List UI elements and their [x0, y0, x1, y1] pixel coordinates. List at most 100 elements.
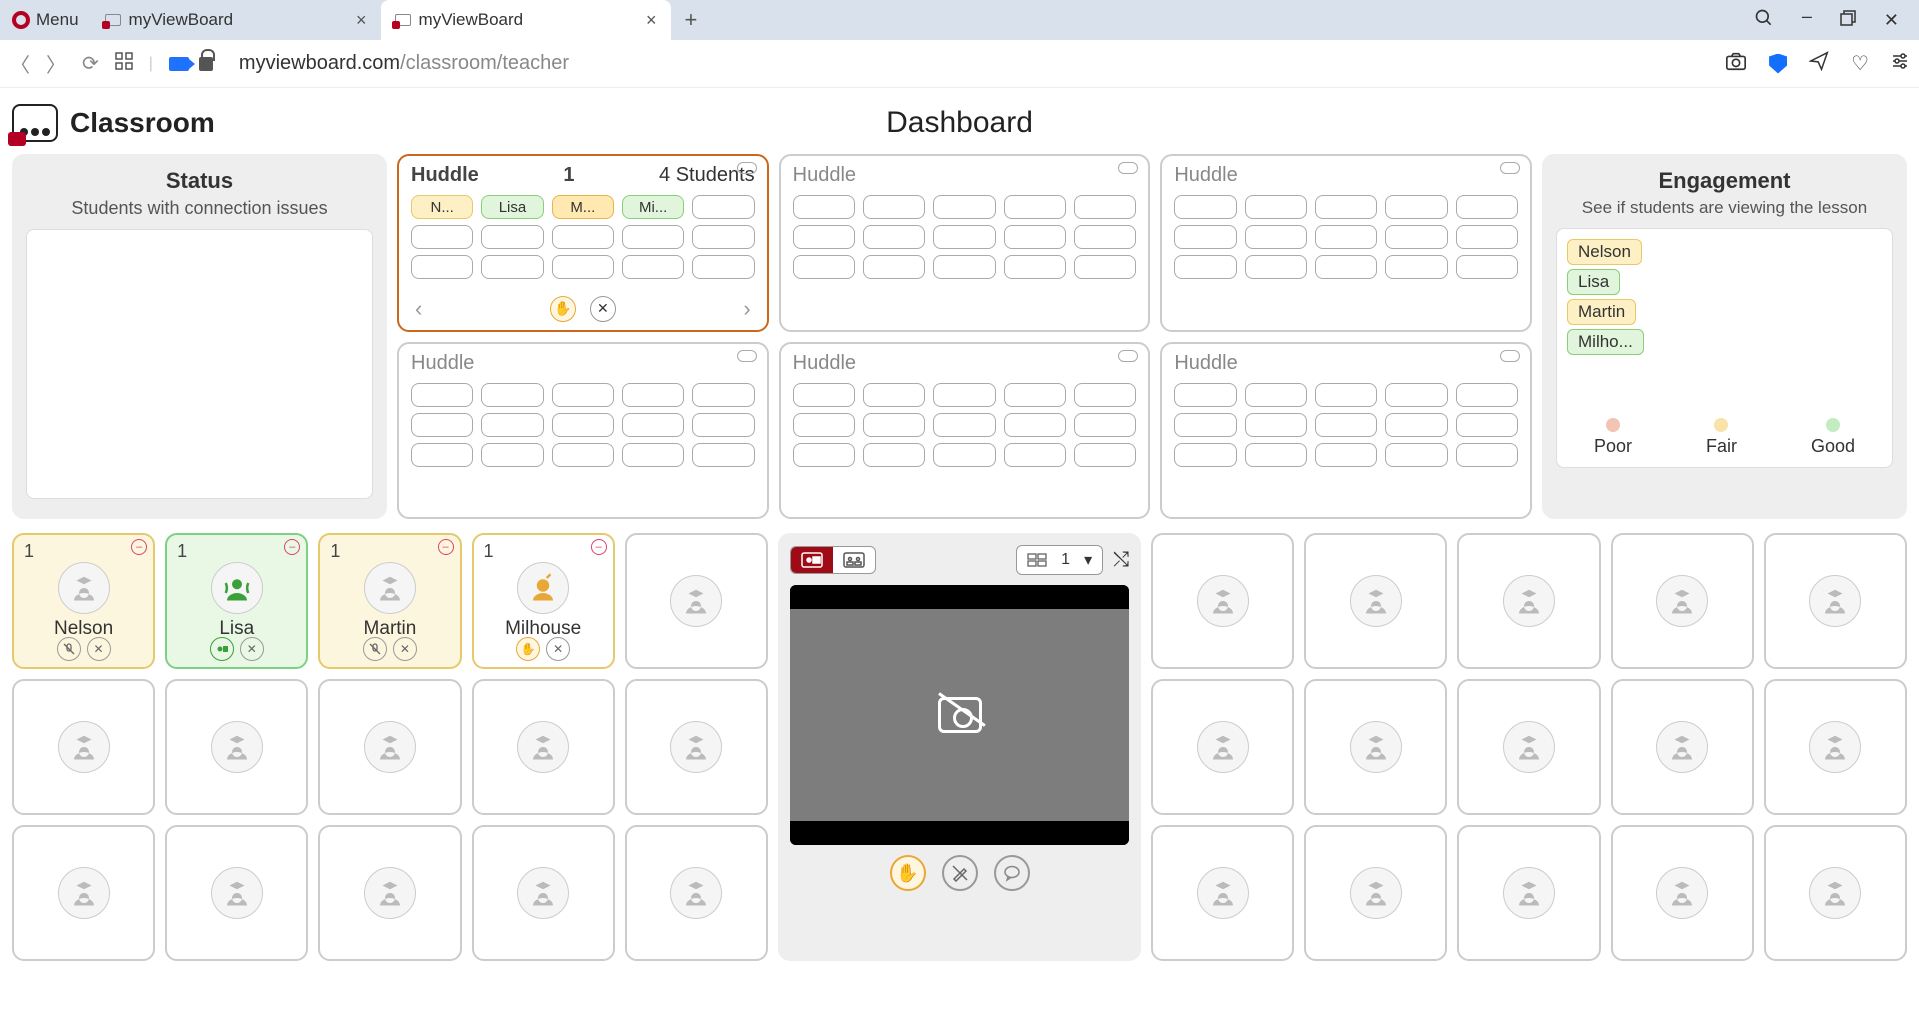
avatar-icon — [670, 867, 722, 919]
engagement-subtitle: See if students are viewing the lesson — [1556, 198, 1893, 218]
remove-icon[interactable]: ✕ — [393, 637, 417, 661]
huddle-student[interactable]: Mi... — [622, 195, 684, 219]
raise-hand-icon[interactable]: ✋ — [550, 296, 576, 322]
huddle-empty-seat — [863, 443, 925, 467]
remove-student-icon[interactable]: – — [591, 539, 607, 555]
huddle-student[interactable]: Lisa — [481, 195, 543, 219]
mute-icon[interactable] — [57, 637, 81, 661]
student-card-empty — [1304, 533, 1447, 669]
avatar-icon — [517, 867, 569, 919]
huddle-empty-seat — [933, 255, 995, 279]
window-maximize-icon[interactable] — [1840, 10, 1856, 31]
avatar-icon — [1350, 867, 1402, 919]
avatar-icon — [364, 867, 416, 919]
remove-student-icon[interactable]: – — [284, 539, 300, 555]
avatar-icon — [1350, 721, 1402, 773]
separator: | — [149, 55, 153, 73]
huddle-empty-seat — [933, 195, 995, 219]
new-tab-button[interactable]: + — [671, 7, 712, 33]
send-icon[interactable] — [1809, 51, 1829, 77]
student-card-icons: ✕ — [210, 637, 264, 661]
engagement-panel: Engagement See if students are viewing t… — [1542, 154, 1907, 519]
huddle-empty-seat — [1004, 225, 1066, 249]
huddle-student[interactable]: N... — [411, 195, 473, 219]
tab-close-icon[interactable]: × — [646, 10, 657, 31]
no-camera-icon — [938, 697, 982, 733]
student-card-milhouse[interactable]: 1–Milhouse✋✕ — [472, 533, 615, 669]
hand-raised-icon[interactable]: ✋ — [516, 637, 540, 661]
huddle-empty-seat — [933, 225, 995, 249]
engagement-student-tag[interactable]: Milho... — [1567, 329, 1644, 355]
url-display[interactable]: myviewboard.com/classroom/teacher — [239, 52, 569, 75]
student-card-nelson[interactable]: 1–Nelson✕ — [12, 533, 155, 669]
student-card-empty — [625, 679, 768, 815]
shuffle-icon[interactable]: ⤭ — [1113, 549, 1129, 572]
huddle-empty-seat — [1245, 383, 1307, 407]
easy-setup-icon[interactable] — [1891, 52, 1909, 76]
huddle-card[interactable]: Huddle — [1160, 154, 1532, 332]
tab-active[interactable]: myViewBoard × — [381, 0, 671, 40]
snapshot-icon[interactable] — [1725, 51, 1747, 77]
student-number: 1 — [177, 541, 187, 562]
layout-number-select[interactable]: 1 ▾ — [1016, 545, 1103, 575]
search-tabs-icon[interactable] — [1754, 8, 1774, 33]
remove-icon[interactable]: ✕ — [87, 637, 111, 661]
remove-student-icon[interactable]: – — [438, 539, 454, 555]
view-mode-grid[interactable] — [833, 547, 875, 573]
tab-close-icon[interactable]: × — [356, 10, 367, 31]
reload-icon[interactable]: ⟳ — [82, 51, 99, 76]
mute-icon[interactable] — [363, 637, 387, 661]
huddle-empty-seat — [1074, 225, 1136, 249]
vr-icon — [1500, 350, 1520, 362]
heart-icon[interactable]: ♡ — [1851, 51, 1869, 76]
nav-back-icon[interactable]: 〈 — [10, 49, 30, 78]
huddle-empty-seat — [1074, 443, 1136, 467]
camera-permission-icon[interactable] — [169, 57, 189, 71]
address-bar: 〈 〉 ⟳ | myviewboard.com/classroom/teache… — [0, 40, 1919, 88]
huddle-student[interactable]: M... — [552, 195, 614, 219]
mute-pen-button[interactable] — [942, 855, 978, 891]
huddle-card[interactable]: Huddle — [779, 342, 1151, 520]
student-card-lisa[interactable]: 1–Lisa✕ — [165, 533, 308, 669]
engagement-student-tag[interactable]: Lisa — [1567, 269, 1620, 295]
view-mode-single[interactable] — [791, 547, 833, 573]
presenting-icon[interactable] — [210, 637, 234, 661]
video-preview[interactable] — [790, 585, 1129, 845]
layout-number: 1 — [1061, 551, 1070, 569]
huddle-empty-seat — [1174, 443, 1236, 467]
huddle-card[interactable]: Huddle — [779, 154, 1151, 332]
student-card-empty — [165, 825, 308, 961]
remove-icon[interactable]: ✕ — [240, 637, 264, 661]
tab-inactive[interactable]: myViewBoard × — [91, 0, 381, 40]
huddle-empty-seat — [793, 383, 855, 407]
nav-forward-icon[interactable]: 〉 — [46, 49, 66, 78]
chat-button[interactable] — [994, 855, 1030, 891]
toolbar-right: ♡ — [1725, 51, 1909, 77]
huddle-empty-seat — [1004, 443, 1066, 467]
huddle-card[interactable]: Huddle — [1160, 342, 1532, 520]
engagement-student-tag[interactable]: Nelson — [1567, 239, 1642, 265]
student-card-martin[interactable]: 1–Martin✕ — [318, 533, 461, 669]
shield-icon[interactable] — [1769, 54, 1787, 74]
huddle-next-icon[interactable]: › — [743, 296, 750, 322]
window-close-icon[interactable]: ✕ — [1884, 10, 1899, 31]
window-minimize-icon[interactable]: – — [1802, 6, 1812, 27]
huddle-empty-seat — [1385, 255, 1447, 279]
speed-dial-icon[interactable] — [115, 52, 133, 76]
huddle-card[interactable]: Huddle — [397, 342, 769, 520]
engagement-student-tag[interactable]: Martin — [1567, 299, 1636, 325]
remove-icon[interactable]: ✕ — [546, 637, 570, 661]
raise-hand-button[interactable]: ✋ — [890, 855, 926, 891]
huddle-prev-icon[interactable]: ‹ — [415, 296, 422, 322]
close-huddle-icon[interactable]: ✕ — [590, 296, 616, 322]
lock-icon[interactable] — [199, 57, 213, 71]
huddle-empty-seat — [481, 225, 543, 249]
remove-student-icon[interactable]: – — [131, 539, 147, 555]
huddle-empty-seat — [793, 225, 855, 249]
opera-menu-button[interactable]: Menu — [0, 0, 91, 40]
student-card-empty — [1151, 533, 1294, 669]
huddle-card[interactable]: Huddle14 StudentsN...LisaM...Mi...‹✋✕› — [397, 154, 769, 332]
student-number: 1 — [24, 541, 34, 562]
huddle-empty-seat — [1245, 255, 1307, 279]
huddle-empty-seat — [1385, 195, 1447, 219]
